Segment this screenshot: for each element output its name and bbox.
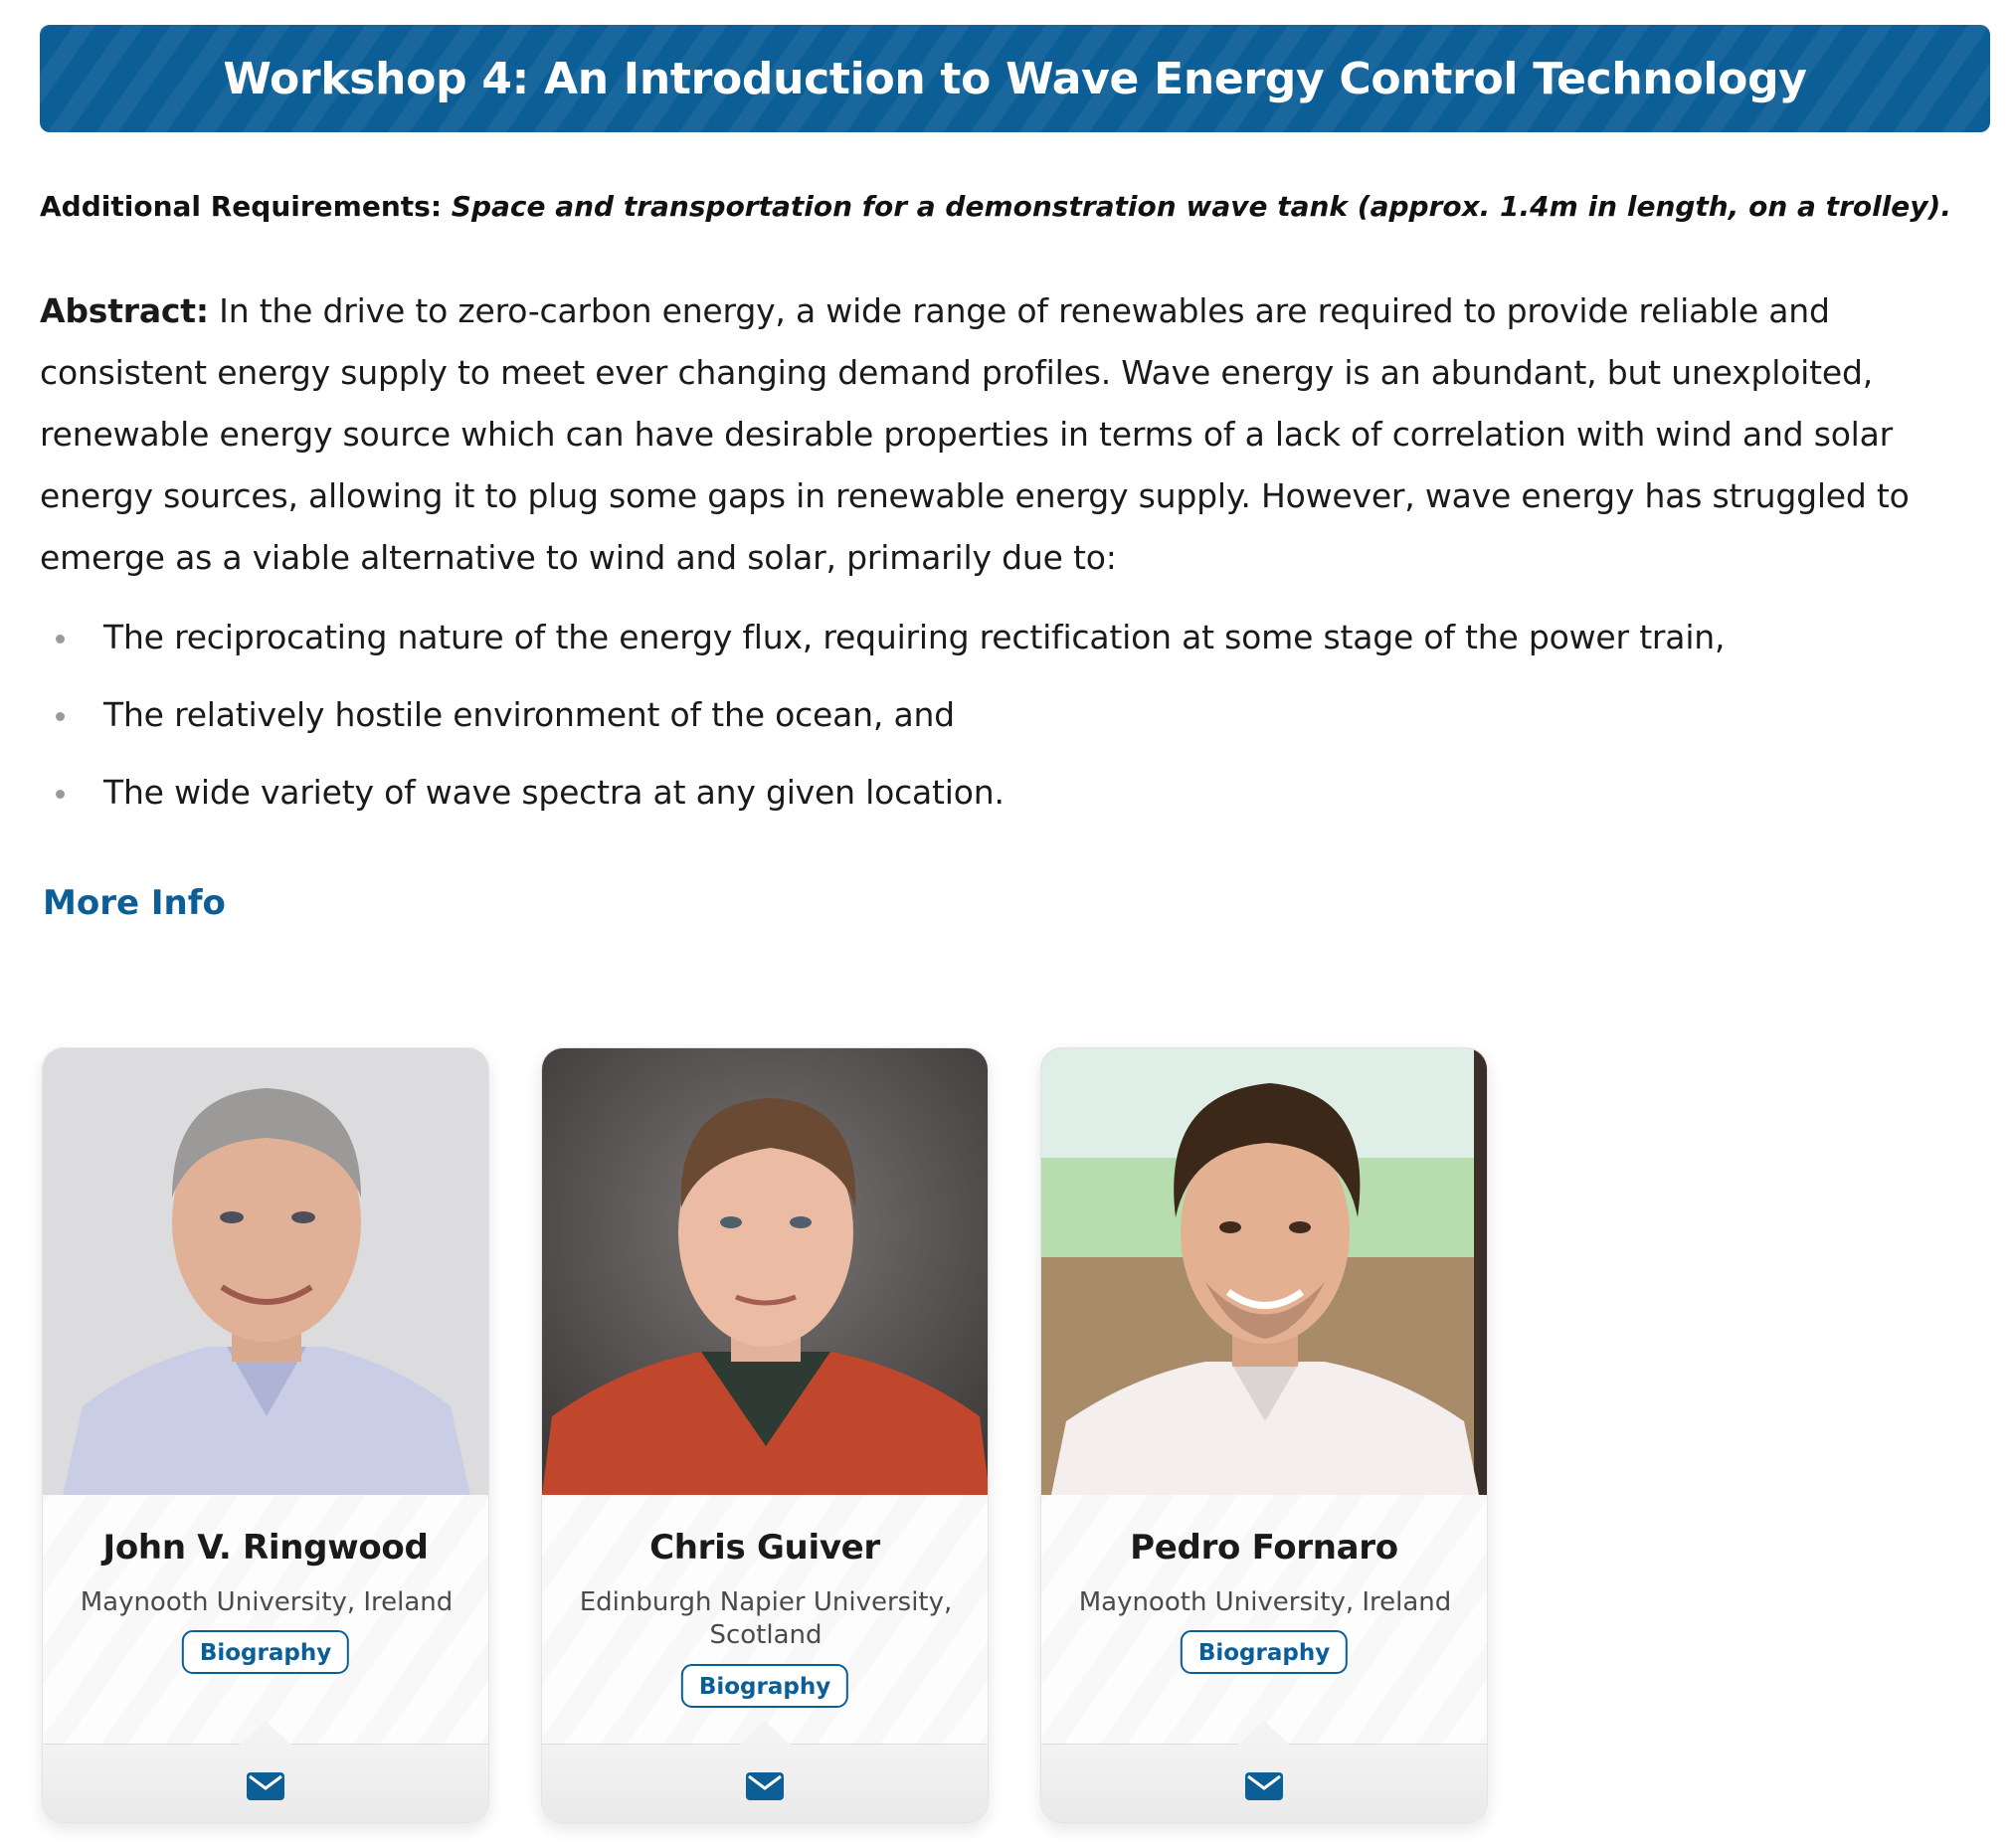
additional-requirements: Additional Requirements: Space and trans… — [40, 187, 1989, 227]
speaker-portrait-image — [542, 1048, 988, 1495]
list-item: The reciprocating nature of the energy f… — [40, 607, 1969, 684]
more-info-link[interactable]: More Info — [43, 883, 226, 923]
abstract-bullet-list: The reciprocating nature of the energy f… — [40, 607, 1969, 839]
speaker-name: Pedro Fornaro — [1130, 1528, 1398, 1568]
bullet-icon — [56, 790, 65, 799]
speaker-name: Chris Guiver — [649, 1528, 880, 1568]
requirements-label: Additional Requirements: — [40, 190, 443, 223]
speaker-card-chris-guiver: Chris Guiver Edinburgh Napier University… — [541, 1047, 989, 1823]
speaker-affiliation: Maynooth University, Ireland — [80, 1587, 454, 1617]
envelope-icon[interactable] — [247, 1772, 284, 1800]
list-item-text: The relatively hostile environment of th… — [103, 695, 955, 734]
workshop-banner: Workshop 4: An Introduction to Wave Ener… — [40, 25, 1990, 132]
list-item: The relatively hostile environment of th… — [40, 684, 1969, 762]
speaker-photo — [542, 1048, 988, 1495]
speaker-photo — [43, 1048, 488, 1495]
biography-button[interactable]: Biography — [181, 1630, 350, 1674]
speaker-name: John V. Ringwood — [102, 1528, 429, 1568]
list-item-text: The reciprocating nature of the energy f… — [103, 618, 1726, 656]
abstract-paragraph: Abstract: In the drive to zero-carbon en… — [40, 280, 1969, 589]
biography-button[interactable]: Biography — [680, 1664, 849, 1708]
workshop-title: Workshop 4: An Introduction to Wave Ener… — [223, 53, 1807, 104]
speaker-affiliation: Edinburgh Napier University, Scotland — [579, 1587, 953, 1650]
speaker-affiliation: Maynooth University, Ireland — [1078, 1587, 1452, 1617]
speaker-card-john-ringwood: John V. Ringwood Maynooth University, Ir… — [42, 1047, 489, 1823]
speaker-portrait-image — [1041, 1048, 1487, 1495]
speaker-card-pedro-fornaro: Pedro Fornaro Maynooth University, Irela… — [1040, 1047, 1488, 1823]
card-footer-notch — [240, 1721, 291, 1745]
card-footer-notch — [1238, 1721, 1290, 1745]
speaker-portrait-image — [43, 1048, 488, 1495]
envelope-icon[interactable] — [1245, 1772, 1283, 1800]
abstract-label: Abstract: — [40, 291, 209, 330]
envelope-icon[interactable] — [746, 1772, 784, 1800]
biography-button[interactable]: Biography — [1180, 1630, 1349, 1674]
speaker-photo — [1041, 1048, 1487, 1495]
bullet-icon — [56, 712, 65, 721]
list-item: The wide variety of wave spectra at any … — [40, 762, 1969, 839]
list-item-text: The wide variety of wave spectra at any … — [103, 773, 1005, 812]
bullet-icon — [56, 635, 65, 644]
abstract-text: In the drive to zero-carbon energy, a wi… — [40, 291, 1910, 577]
card-footer-notch — [739, 1721, 791, 1745]
requirements-text: Space and transportation for a demonstra… — [451, 190, 1951, 223]
